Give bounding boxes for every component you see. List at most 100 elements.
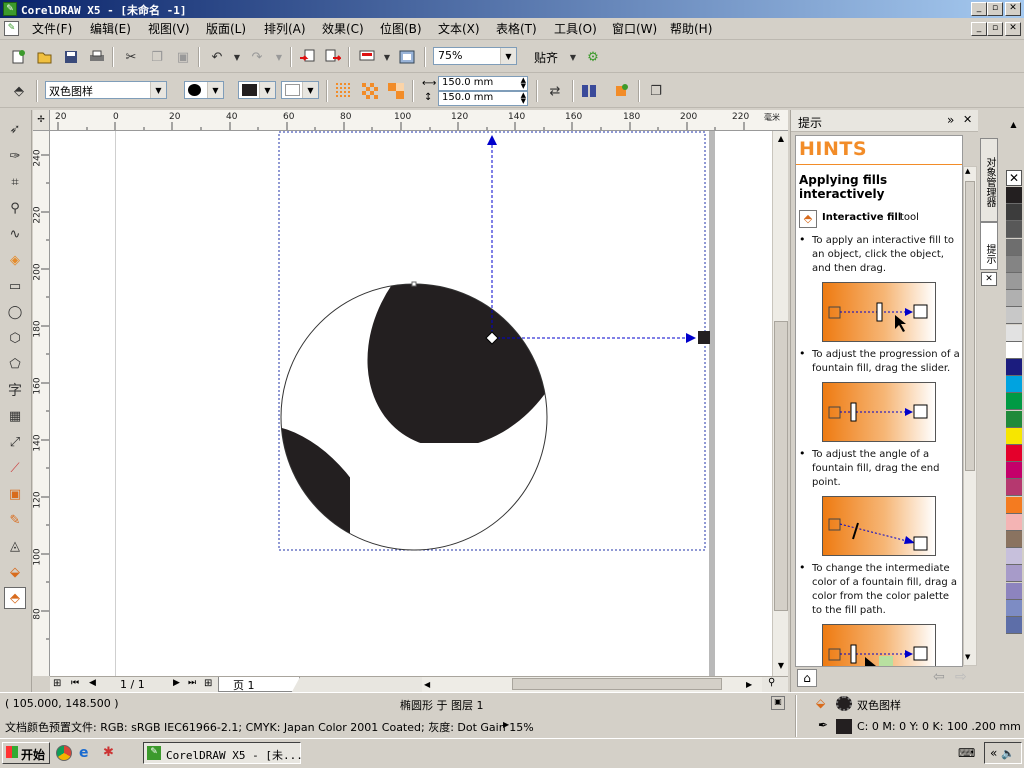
doc-restore-button[interactable]: ▫: [987, 22, 1003, 36]
next-page-icon[interactable]: ▶: [173, 678, 180, 688]
snap-to-menu[interactable]: 贴齐: [534, 49, 558, 66]
quick-launch-icon[interactable]: ✱: [103, 745, 114, 760]
undo-icon[interactable]: ↶: [206, 46, 228, 68]
navigator-icon[interactable]: ⚲: [768, 677, 775, 688]
doc-close-button[interactable]: ✕: [1005, 22, 1021, 36]
scroll-right-icon[interactable]: ▶: [746, 677, 752, 692]
pick-tool-icon[interactable]: ➶: [4, 118, 26, 140]
keyboard-icon[interactable]: ⌨: [958, 746, 975, 760]
doc-minimize-button[interactable]: _: [971, 22, 987, 36]
copy-fill-properties-icon[interactable]: ❐: [645, 80, 667, 102]
interactive-fill-tool-icon[interactable]: ⬘: [4, 587, 26, 609]
tray-expand-icon[interactable]: « 🔈: [984, 742, 1022, 764]
horizontal-scrollbar[interactable]: ◀ ▶: [422, 677, 762, 692]
menu-view[interactable]: 视图(V): [148, 19, 190, 39]
docker-close-icon[interactable]: ✕: [963, 113, 972, 126]
profile-arrow-icon[interactable]: ▶: [503, 720, 509, 729]
palette-swatch[interactable]: [1006, 582, 1022, 600]
previous-page-icon[interactable]: ◀: [89, 678, 96, 688]
paste-icon[interactable]: ▣: [172, 46, 194, 68]
save-icon[interactable]: [60, 46, 82, 68]
pattern-picker[interactable]: ▼: [184, 81, 224, 99]
smart-fill-tool-icon[interactable]: ◈: [4, 249, 26, 271]
palette-swatch[interactable]: [1006, 410, 1022, 428]
vertical-ruler[interactable]: 240 220 200 180 160 140 120 100 80: [33, 131, 50, 676]
fill-tool-icon[interactable]: ⬙: [4, 561, 26, 583]
table-tool-icon[interactable]: ▦: [4, 405, 26, 427]
menu-window[interactable]: 窗口(W): [612, 19, 657, 39]
pattern-width-field[interactable]: 150.0 mm ▲ ▼: [438, 76, 528, 91]
palette-swatch[interactable]: [1006, 187, 1022, 204]
randomize-fill-icon[interactable]: [610, 80, 632, 102]
home-icon[interactable]: ⌂: [797, 669, 817, 687]
tab-object-manager[interactable]: 对象管理器: [980, 138, 998, 222]
connector-tool-icon[interactable]: ⟋: [4, 457, 26, 479]
no-color-swatch[interactable]: ✕: [1006, 170, 1022, 186]
freehand-tool-icon[interactable]: ∿: [4, 223, 26, 245]
shape-tool-icon[interactable]: ✑: [4, 145, 26, 167]
palette-swatch[interactable]: [1006, 462, 1022, 480]
palette-swatch[interactable]: [1006, 273, 1022, 290]
horizontal-scroll-thumb[interactable]: [512, 678, 722, 690]
crop-tool-icon[interactable]: ⌗: [4, 171, 26, 193]
scroll-down-icon[interactable]: ▼: [965, 653, 970, 661]
transform-with-object-icon[interactable]: ⇄: [544, 80, 566, 102]
palette-swatch[interactable]: [1006, 427, 1022, 445]
spinner-icon[interactable]: ▲ ▼: [521, 77, 526, 90]
color-profile-info[interactable]: 文档颜色预置文件: RGB: sRGB IEC61966-2.1; CMYK: …: [5, 719, 534, 735]
scroll-up-icon[interactable]: ▲: [773, 131, 789, 147]
first-page-icon[interactable]: ⏮: [71, 678, 79, 688]
cut-icon[interactable]: ✂: [120, 46, 142, 68]
minimize-button[interactable]: _: [971, 2, 987, 16]
ruler-corner[interactable]: ✢: [33, 110, 50, 131]
palette-swatch[interactable]: [1006, 324, 1022, 342]
ellipse-tool-icon[interactable]: ◯: [4, 301, 26, 323]
palette-swatch[interactable]: [1006, 290, 1022, 308]
expand-icon[interactable]: »: [947, 113, 954, 127]
vertical-scroll-thumb[interactable]: [774, 321, 788, 611]
palette-swatch[interactable]: [1006, 204, 1022, 222]
pattern-height-field[interactable]: 150.0 mm ▲ ▼: [438, 91, 528, 106]
import-icon[interactable]: [296, 46, 318, 68]
palette-swatch[interactable]: [1006, 617, 1022, 634]
zoom-tool-icon[interactable]: ⚲: [4, 197, 26, 219]
scroll-up-icon[interactable]: ▲: [965, 167, 970, 175]
tabs-close-icon[interactable]: ✕: [981, 272, 997, 286]
vertical-scrollbar[interactable]: ▲ ▼: [772, 131, 788, 676]
menu-effects[interactable]: 效果(C): [322, 19, 364, 39]
palette-swatch[interactable]: [1006, 513, 1022, 531]
last-page-icon[interactable]: ⏭: [188, 678, 196, 688]
mirror-fill-icon[interactable]: [578, 80, 600, 102]
palette-swatch[interactable]: [1006, 359, 1022, 376]
palette-swatch[interactable]: [1006, 255, 1022, 273]
menu-layout[interactable]: 版面(L): [206, 19, 246, 39]
menu-help[interactable]: 帮助(H): [670, 19, 712, 39]
interactive-fill-preset-icon[interactable]: ⬘: [8, 80, 30, 102]
tab-hints[interactable]: 提示: [980, 222, 998, 270]
palette-scroll-up-icon[interactable]: ▲: [1006, 120, 1021, 134]
menu-file[interactable]: 文件(F): [32, 19, 72, 39]
ie-icon[interactable]: e: [79, 745, 89, 761]
dimension-tool-icon[interactable]: ⤢: [4, 431, 26, 453]
redo-icon[interactable]: ↷: [246, 46, 268, 68]
eyedropper-tool-icon[interactable]: ✎: [4, 509, 26, 531]
launcher-dropdown-icon[interactable]: ▼: [376, 46, 398, 68]
horizontal-ruler[interactable]: 20 0 20 40 60 80 100 120 140 160 180 200…: [50, 110, 788, 131]
palette-swatch[interactable]: [1006, 376, 1022, 394]
print-icon[interactable]: [86, 46, 108, 68]
spinner-icon[interactable]: ▲ ▼: [521, 92, 526, 105]
welcome-screen-icon[interactable]: [396, 46, 418, 68]
speaker-icon[interactable]: 🔈: [1001, 747, 1015, 760]
back-arrow-icon[interactable]: ⇦: [933, 669, 945, 685]
undo-dropdown-icon[interactable]: ▼: [226, 46, 248, 68]
palette-swatch[interactable]: [1006, 341, 1022, 359]
export-icon[interactable]: [322, 46, 344, 68]
pattern-large-icon[interactable]: [385, 80, 407, 102]
snap-dropdown-icon[interactable]: ▼: [562, 46, 584, 68]
taskbar-task-coreldraw[interactable]: ✎ CorelDRAW X5 - [未...: [143, 742, 303, 764]
palette-swatch[interactable]: [1006, 599, 1022, 617]
status-options-icon[interactable]: ▣: [771, 696, 785, 710]
start-button[interactable]: 开始: [2, 742, 50, 764]
palette-swatch[interactable]: [1006, 496, 1022, 514]
palette-swatch[interactable]: [1006, 531, 1022, 548]
